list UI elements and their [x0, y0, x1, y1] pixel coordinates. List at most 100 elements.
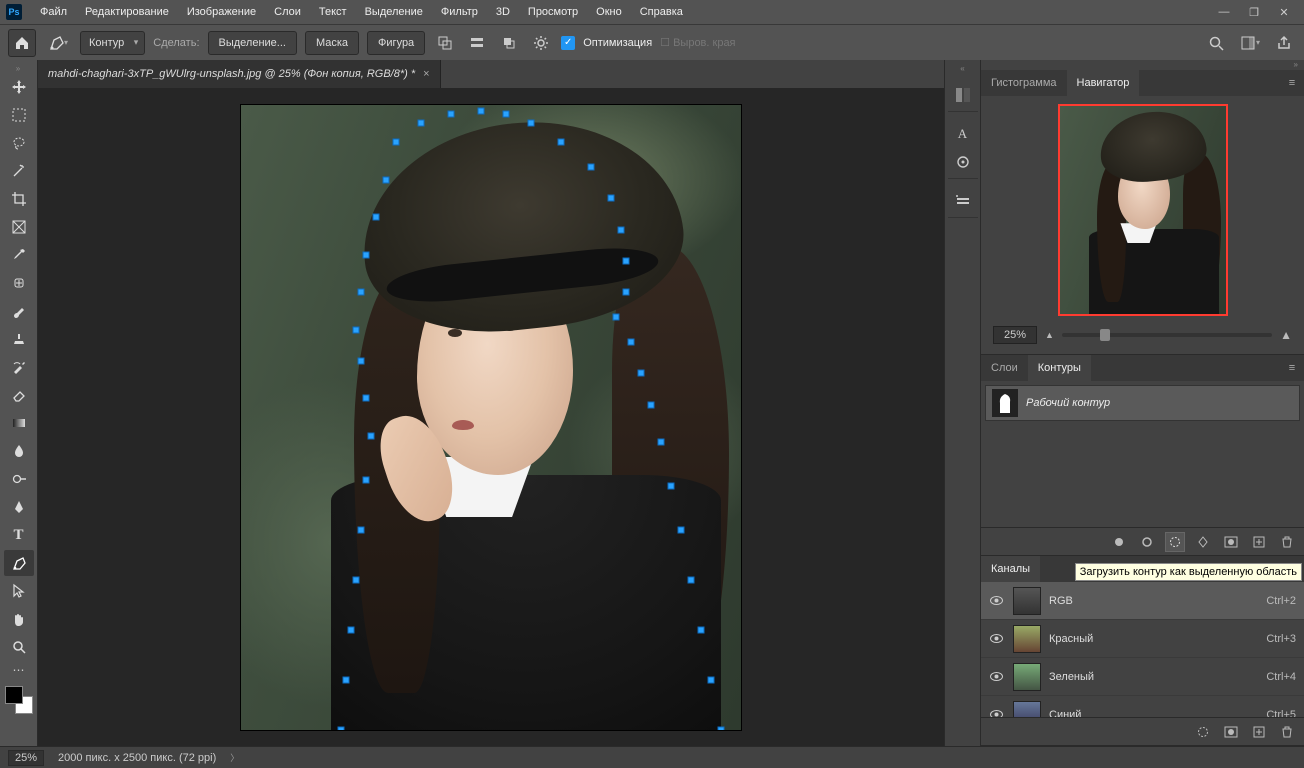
path-anchor[interactable] — [658, 439, 665, 446]
menu-file[interactable]: Файл — [32, 2, 75, 22]
path-anchor[interactable] — [623, 289, 630, 296]
path-selection-tool[interactable] — [4, 578, 34, 604]
path-anchor[interactable] — [588, 164, 595, 171]
path-anchor[interactable] — [363, 476, 370, 483]
navigator-tab[interactable]: Навигатор — [1067, 70, 1140, 96]
path-anchor[interactable] — [718, 726, 725, 730]
channel-row-синий[interactable]: СинийCtrl+5 — [981, 696, 1304, 717]
status-info-chevron-icon[interactable]: 〉 — [230, 751, 239, 764]
path-anchor[interactable] — [608, 195, 615, 202]
search-icon[interactable] — [1204, 31, 1228, 55]
stroke-path-icon[interactable] — [1138, 533, 1156, 551]
history-brush-tool[interactable] — [4, 354, 34, 380]
path-anchor[interactable] — [448, 110, 455, 117]
type-tool[interactable]: T — [4, 522, 34, 548]
path-anchor[interactable] — [698, 626, 705, 633]
path-anchor[interactable] — [358, 289, 365, 296]
path-anchor[interactable] — [338, 726, 345, 730]
path-anchor[interactable] — [373, 214, 380, 221]
navigator-zoom-in-icon[interactable]: ▲ — [1280, 328, 1292, 342]
channel-row-rgb[interactable]: RGBCtrl+2 — [981, 582, 1304, 620]
zoom-tool[interactable] — [4, 634, 34, 660]
clone-stamp-tool[interactable] — [4, 326, 34, 352]
visibility-eye-icon[interactable] — [989, 707, 1005, 717]
visibility-eye-icon[interactable] — [989, 631, 1005, 646]
path-anchor[interactable] — [688, 576, 695, 583]
character-panel-icon[interactable]: A — [948, 121, 978, 147]
channel-row-красный[interactable]: КрасныйCtrl+3 — [981, 620, 1304, 658]
crop-tool[interactable] — [4, 186, 34, 212]
make-selection-button[interactable]: Выделение... — [208, 31, 297, 55]
canvas-viewport[interactable] — [38, 88, 944, 746]
channels-tab[interactable]: Каналы — [981, 556, 1040, 582]
window-restore-button[interactable]: ❐ — [1240, 2, 1268, 22]
new-path-icon[interactable] — [1250, 533, 1268, 551]
load-path-as-selection-icon[interactable] — [1166, 533, 1184, 551]
menu-text[interactable]: Текст — [311, 2, 355, 22]
toolstrip-grip[interactable]: » — [4, 64, 34, 72]
path-anchor[interactable] — [613, 314, 620, 321]
path-anchor[interactable] — [558, 139, 565, 146]
navigator-zoom-value[interactable]: 25% — [993, 326, 1037, 344]
make-shape-button[interactable]: Фигура — [367, 31, 425, 55]
paragraph-panel-icon[interactable] — [948, 149, 978, 175]
path-anchor[interactable] — [478, 107, 485, 114]
path-item-work-path[interactable]: Рабочий контур — [985, 385, 1300, 421]
move-tool[interactable] — [4, 74, 34, 100]
visibility-eye-icon[interactable] — [989, 593, 1005, 608]
foreground-color-swatch[interactable] — [5, 686, 23, 704]
menu-edit[interactable]: Редактирование — [77, 2, 177, 22]
magic-wand-tool[interactable] — [4, 158, 34, 184]
path-anchor[interactable] — [383, 176, 390, 183]
path-anchor[interactable] — [343, 676, 350, 683]
histogram-tab[interactable]: Гистограмма — [981, 70, 1067, 96]
hand-tool[interactable] — [4, 606, 34, 632]
workspace-switcher-icon[interactable]: ▾ — [1238, 31, 1262, 55]
path-anchor[interactable] — [708, 676, 715, 683]
menu-select[interactable]: Выделение — [357, 2, 431, 22]
menu-help[interactable]: Справка — [632, 2, 691, 22]
make-mask-button[interactable]: Маска — [305, 31, 359, 55]
visibility-eye-icon[interactable] — [989, 669, 1005, 684]
path-anchor[interactable] — [418, 120, 425, 127]
menu-layers[interactable]: Слои — [266, 2, 309, 22]
navigator-thumbnail[interactable] — [1058, 104, 1228, 316]
path-anchor[interactable] — [353, 576, 360, 583]
channel-row-зеленый[interactable]: ЗеленыйCtrl+4 — [981, 658, 1304, 696]
pen-tool-flyout[interactable] — [4, 494, 34, 520]
color-panel-icon[interactable] — [948, 82, 978, 108]
blur-tool[interactable] — [4, 438, 34, 464]
path-anchor[interactable] — [623, 257, 630, 264]
navigator-zoom-out-icon[interactable]: ▲ — [1045, 330, 1054, 340]
healing-brush-tool[interactable] — [4, 270, 34, 296]
make-work-path-icon[interactable] — [1194, 533, 1212, 551]
layers-tab[interactable]: Слои — [981, 355, 1028, 381]
menu-image[interactable]: Изображение — [179, 2, 264, 22]
path-anchor[interactable] — [618, 226, 625, 233]
optimize-checkbox[interactable]: ✓ — [561, 36, 575, 50]
window-minimize-button[interactable]: ― — [1210, 2, 1238, 22]
path-anchor[interactable] — [358, 357, 365, 364]
fill-path-icon[interactable] — [1110, 533, 1128, 551]
actions-panel-icon[interactable] — [948, 188, 978, 214]
menu-filter[interactable]: Фильтр — [433, 2, 486, 22]
path-arrange-icon[interactable] — [497, 31, 521, 55]
save-selection-as-channel-icon[interactable] — [1222, 723, 1240, 741]
document-tab[interactable]: mahdi-chaghari-3xTP_gWUlrg-unsplash.jpg … — [38, 60, 441, 88]
marquee-tool[interactable] — [4, 102, 34, 128]
paths-tab[interactable]: Контуры — [1028, 355, 1091, 381]
navigator-panel-menu-icon[interactable]: ≡ — [1280, 70, 1304, 96]
panel-grip[interactable]: » — [981, 60, 1304, 70]
status-zoom[interactable]: 25% — [8, 750, 44, 766]
lasso-tool[interactable] — [4, 130, 34, 156]
path-anchor[interactable] — [363, 395, 370, 402]
eraser-tool[interactable] — [4, 382, 34, 408]
delete-channel-icon[interactable] — [1278, 723, 1296, 741]
path-anchor[interactable] — [668, 482, 675, 489]
color-swatches[interactable] — [5, 686, 33, 714]
add-mask-icon[interactable] — [1222, 533, 1240, 551]
path-anchor[interactable] — [353, 326, 360, 333]
path-anchor[interactable] — [363, 251, 370, 258]
path-anchor[interactable] — [368, 432, 375, 439]
path-anchor[interactable] — [348, 626, 355, 633]
